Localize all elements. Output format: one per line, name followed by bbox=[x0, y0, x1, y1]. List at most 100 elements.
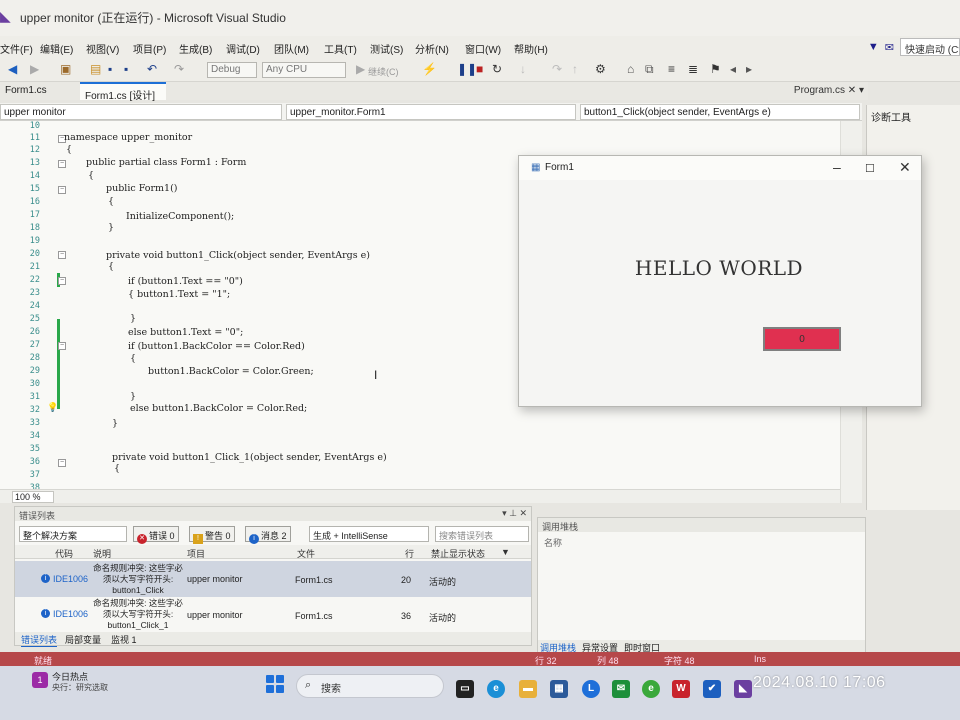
lightbulb-icon[interactable]: 💡 bbox=[47, 402, 58, 413]
tab-error-list[interactable]: 错误列表 bbox=[21, 633, 58, 647]
button1[interactable]: 0 bbox=[763, 327, 841, 351]
step-into-icon[interactable]: ↓ bbox=[520, 62, 526, 76]
stop-icon[interactable]: ■ bbox=[476, 62, 483, 76]
project-dropdown[interactable]: upper monitor bbox=[0, 104, 282, 120]
column-code[interactable]: 代码 bbox=[55, 547, 73, 560]
wps-icon[interactable]: W bbox=[672, 680, 690, 698]
toggle-icon[interactable]: ⧉ bbox=[645, 62, 654, 76]
close-icon[interactable]: ✕ bbox=[899, 159, 911, 176]
app-icon[interactable]: ▦ bbox=[550, 680, 568, 698]
continue-button[interactable]: 继续(C) bbox=[368, 65, 399, 78]
pause-icon[interactable]: ❚❚ bbox=[457, 62, 477, 76]
tab-locals[interactable]: 局部变量 bbox=[65, 633, 101, 646]
next-bookmark-icon[interactable]: ▸ bbox=[746, 62, 752, 76]
browser-green-icon[interactable]: e bbox=[642, 680, 660, 698]
menu-debug[interactable]: 调试(D) bbox=[226, 41, 260, 56]
column-file[interactable]: 文件 bbox=[297, 547, 315, 560]
app-blue2-icon[interactable]: ✔ bbox=[703, 680, 721, 698]
tab-form1-code[interactable]: Form1.cs bbox=[0, 82, 78, 100]
taskbar-search[interactable]: ⌕ 搜索 bbox=[296, 674, 444, 698]
task-view-icon[interactable]: ▭ bbox=[456, 680, 474, 698]
tab-watch-1[interactable]: 监视 1 bbox=[111, 633, 137, 646]
column-line[interactable]: 行 bbox=[405, 547, 414, 560]
column-filter-icon[interactable]: ▼ bbox=[501, 547, 510, 557]
line-number: 13 bbox=[29, 158, 40, 168]
column-project[interactable]: 项目 bbox=[187, 547, 205, 560]
prev-bookmark-icon[interactable]: ◂ bbox=[730, 62, 736, 76]
class-dropdown[interactable]: upper_monitor.Form1 bbox=[286, 104, 576, 120]
redo-icon[interactable]: ↷ bbox=[174, 62, 184, 76]
fold-toggle[interactable]: − bbox=[58, 459, 66, 467]
comment-icon[interactable]: ≡ bbox=[668, 62, 675, 76]
back-icon[interactable]: ◀ bbox=[8, 62, 17, 76]
maximize-icon[interactable]: ☐ bbox=[865, 162, 875, 175]
feedback-icon[interactable]: ✉ bbox=[885, 41, 894, 54]
panel-pin-close-icon[interactable]: ▾ ⊥ ✕ bbox=[502, 508, 527, 519]
table-row[interactable]: i IDE1006 命名规则冲突: 这些字必须以大写字符开头: button1_… bbox=[15, 597, 531, 633]
fold-toggle[interactable]: − bbox=[58, 277, 66, 285]
menu-view[interactable]: 视图(V) bbox=[86, 41, 119, 56]
file-explorer-icon[interactable]: ▬ bbox=[519, 680, 537, 698]
menu-help[interactable]: 帮助(H) bbox=[514, 41, 548, 56]
process-icon[interactable]: ⚡ bbox=[422, 62, 437, 76]
fold-toggle[interactable]: − bbox=[58, 251, 66, 259]
menu-tools[interactable]: 工具(T) bbox=[324, 41, 357, 56]
menu-analyze[interactable]: 分析(N) bbox=[415, 41, 449, 56]
edge-browser-icon[interactable]: e bbox=[487, 680, 505, 698]
minimize-icon[interactable]: – bbox=[833, 159, 841, 175]
menu-build[interactable]: 生成(B) bbox=[179, 41, 212, 56]
tab-program[interactable]: Program.cs ✕ ▾ bbox=[794, 85, 864, 96]
new-project-icon[interactable]: ▣ bbox=[60, 62, 71, 76]
fold-toggle[interactable]: − bbox=[58, 160, 66, 168]
bookmark-flag-icon[interactable]: ⚑ bbox=[710, 62, 721, 76]
news-widget[interactable]: 1 今日热点 央行：研究选取 bbox=[32, 670, 122, 696]
wechat-icon[interactable]: ✉ bbox=[612, 680, 630, 698]
quick-launch-input[interactable]: 快速启动 (Ctrl bbox=[900, 38, 960, 56]
menu-file[interactable]: 文件(F) bbox=[0, 41, 33, 56]
messages-filter-button[interactable]: i 消息 2 bbox=[245, 526, 291, 544]
source-filter-dropdown[interactable]: 生成 + IntelliSense bbox=[309, 526, 429, 542]
fold-toggle[interactable]: − bbox=[58, 342, 66, 350]
hot-reload-icon[interactable]: ⚙ bbox=[595, 62, 606, 76]
search-error-list-input[interactable]: 搜索错误列表 bbox=[435, 526, 529, 542]
platform-dropdown[interactable]: Any CPU bbox=[262, 62, 346, 78]
forward-icon[interactable]: ▶ bbox=[30, 62, 39, 76]
visual-studio-icon[interactable]: ◣ bbox=[734, 680, 752, 698]
error-code[interactable]: IDE1006 bbox=[53, 609, 88, 619]
menu-team[interactable]: 团队(M) bbox=[274, 41, 309, 56]
code-line: { bbox=[108, 261, 115, 272]
uncomment-icon[interactable]: ≣ bbox=[688, 62, 698, 76]
filter-icon[interactable]: ▼ bbox=[868, 41, 879, 53]
fold-toggle[interactable]: − bbox=[58, 186, 66, 194]
error-code[interactable]: IDE1006 bbox=[53, 574, 88, 584]
errors-filter-button[interactable]: ✕ 错误 0 bbox=[133, 526, 179, 544]
continue-icon[interactable]: ▶ bbox=[356, 62, 365, 76]
member-dropdown[interactable]: button1_Click(object sender, EventArgs e… bbox=[580, 104, 860, 120]
step-out-icon[interactable]: ↑ bbox=[572, 62, 578, 76]
scope-dropdown[interactable]: 整个解决方案 bbox=[19, 526, 127, 542]
step-over-icon[interactable]: ↷ bbox=[552, 62, 562, 76]
open-file-icon[interactable]: ▤ bbox=[90, 62, 101, 76]
save-all-icon[interactable]: ▪ bbox=[124, 62, 128, 76]
configuration-dropdown[interactable]: Debug bbox=[207, 62, 257, 78]
column-suppression-state[interactable]: 禁止显示状态 bbox=[431, 547, 485, 560]
warnings-filter-button[interactable]: ! 警告 0 bbox=[189, 526, 235, 544]
menu-project[interactable]: 项目(P) bbox=[133, 41, 166, 56]
zoom-dropdown[interactable]: 100 % bbox=[12, 491, 54, 503]
restart-icon[interactable]: ↻ bbox=[492, 62, 502, 76]
save-icon[interactable]: ▪ bbox=[108, 62, 112, 76]
column-description[interactable]: 说明 bbox=[93, 547, 111, 560]
menu-window[interactable]: 窗口(W) bbox=[465, 41, 501, 56]
undo-icon[interactable]: ↶ bbox=[147, 62, 157, 76]
menu-edit[interactable]: 编辑(E) bbox=[40, 41, 73, 56]
app-blue-icon[interactable]: L bbox=[582, 680, 600, 698]
column-name[interactable]: 名称 bbox=[544, 536, 562, 549]
line-number: 27 bbox=[29, 340, 40, 350]
bookmark-icon[interactable]: ⌂ bbox=[627, 62, 634, 76]
table-row[interactable]: i IDE1006 命名规则冲突: 这些字必须以大写字符开头: button1_… bbox=[15, 561, 531, 597]
start-button[interactable] bbox=[266, 675, 284, 693]
menu-test[interactable]: 测试(S) bbox=[370, 41, 403, 56]
tab-form1-designer[interactable]: Form1.cs [设计] bbox=[80, 82, 166, 102]
error-project: upper monitor bbox=[187, 574, 243, 584]
code-line: { bbox=[88, 170, 95, 181]
